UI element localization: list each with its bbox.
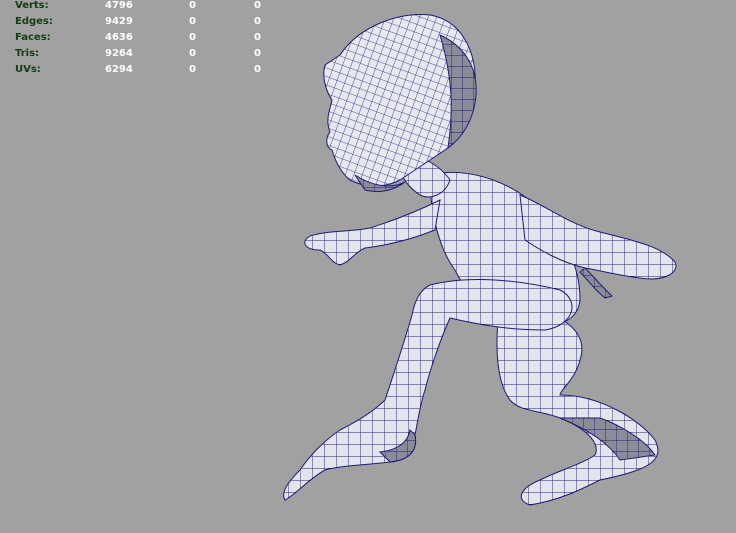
uvs-selected: 0 — [189, 64, 196, 75]
3d-viewport[interactable]: Verts: 4796 0 0 Edges: 9429 0 0 Faces: 4… — [0, 0, 736, 533]
poly-count-hud: Verts: 4796 0 0 Edges: 9429 0 0 Faces: 4… — [0, 0, 280, 80]
left-arm — [304, 199, 441, 266]
uvs-total: 6294 — [105, 64, 133, 75]
hud-row-uvs: UVs: 6294 0 0 — [0, 60, 280, 80]
uvs-selected-2: 0 — [254, 64, 261, 75]
uvs-label: UVs: — [15, 64, 41, 75]
back-leg — [496, 299, 659, 506]
